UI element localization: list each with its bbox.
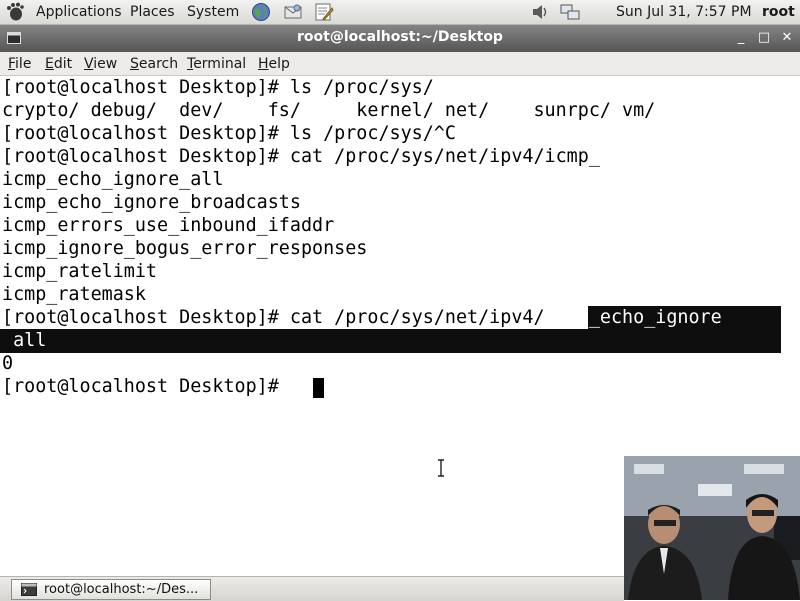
minimize-button[interactable]: _: [733, 30, 749, 46]
selected-text: all: [2, 330, 47, 351]
webcam-overlay: [624, 456, 800, 600]
user-name[interactable]: root: [762, 3, 795, 21]
terminal-prompt: [root@localhost Desktop]#: [2, 376, 290, 397]
taskbar-item-label: root@localhost:~/Des...: [44, 582, 199, 597]
selection-highlight: [0, 329, 781, 353]
terminal-line: [root@localhost Desktop]# ls /proc/sys/: [2, 77, 434, 98]
applications-menu[interactable]: Applications: [36, 3, 122, 21]
menu-view[interactable]: View: [84, 55, 117, 73]
menu-help[interactable]: Help: [258, 55, 290, 73]
ibeam-cursor-icon: [438, 459, 444, 477]
clock[interactable]: Sun Jul 31, 7:57 PM: [616, 3, 752, 21]
taskbar-terminal-button[interactable]: root@localhost:~/Des...: [11, 579, 211, 600]
webcam-video-image: [624, 456, 800, 600]
menu-edit[interactable]: Edit: [45, 55, 72, 73]
menubar: File Edit View Search Terminal Help: [0, 52, 800, 76]
places-menu[interactable]: Places: [130, 3, 175, 21]
volume-icon[interactable]: [530, 2, 550, 22]
gnome-foot-icon[interactable]: [5, 2, 25, 22]
terminal-line: [root@localhost Desktop]# ls /proc/sys/^…: [2, 123, 456, 144]
network-icon[interactable]: [560, 2, 580, 22]
top-panel: Applications Places System Sun Jul 31, 7…: [0, 0, 800, 25]
menu-search[interactable]: Search: [130, 55, 178, 73]
mail-icon[interactable]: [283, 2, 303, 22]
terminal-line: icmp_echo_ignore_all: [2, 169, 224, 190]
window-titlebar[interactable]: root@localhost:~/Desktop _ □ ✕: [0, 25, 800, 52]
close-button[interactable]: ✕: [779, 30, 795, 46]
terminal-icon: [21, 583, 37, 596]
terminal-line: icmp_ratemask: [2, 284, 146, 305]
window-title: root@localhost:~/Desktop: [297, 29, 503, 45]
bottom-taskbar: root@localhost:~/Des...: [0, 576, 624, 601]
terminal-line: icmp_echo_ignore_broadcasts: [2, 192, 301, 213]
terminal-line: icmp_errors_use_inbound_ifaddr: [2, 215, 335, 236]
text-cursor: [313, 378, 324, 398]
terminal-line: [root@localhost Desktop]# cat /proc/sys/…: [2, 307, 722, 328]
terminal-line: icmp_ratelimit: [2, 261, 158, 282]
selected-text: icmp_echo_ignore: [544, 307, 722, 328]
terminal-line: crypto/ debug/ dev/ fs/ kernel/ net/ sun…: [2, 100, 656, 121]
terminal-line: 0: [2, 353, 14, 374]
terminal-line: icmp_ignore_bogus_error_responses: [2, 238, 368, 259]
edit-icon[interactable]: [314, 2, 334, 22]
globe-icon[interactable]: [251, 2, 271, 22]
menu-file[interactable]: File: [8, 55, 31, 73]
terminal-line: [root@localhost Desktop]# cat /proc/sys/…: [2, 146, 600, 167]
system-menu[interactable]: System: [187, 3, 239, 21]
maximize-button[interactable]: □: [756, 30, 772, 46]
menu-terminal[interactable]: Terminal: [187, 55, 246, 73]
